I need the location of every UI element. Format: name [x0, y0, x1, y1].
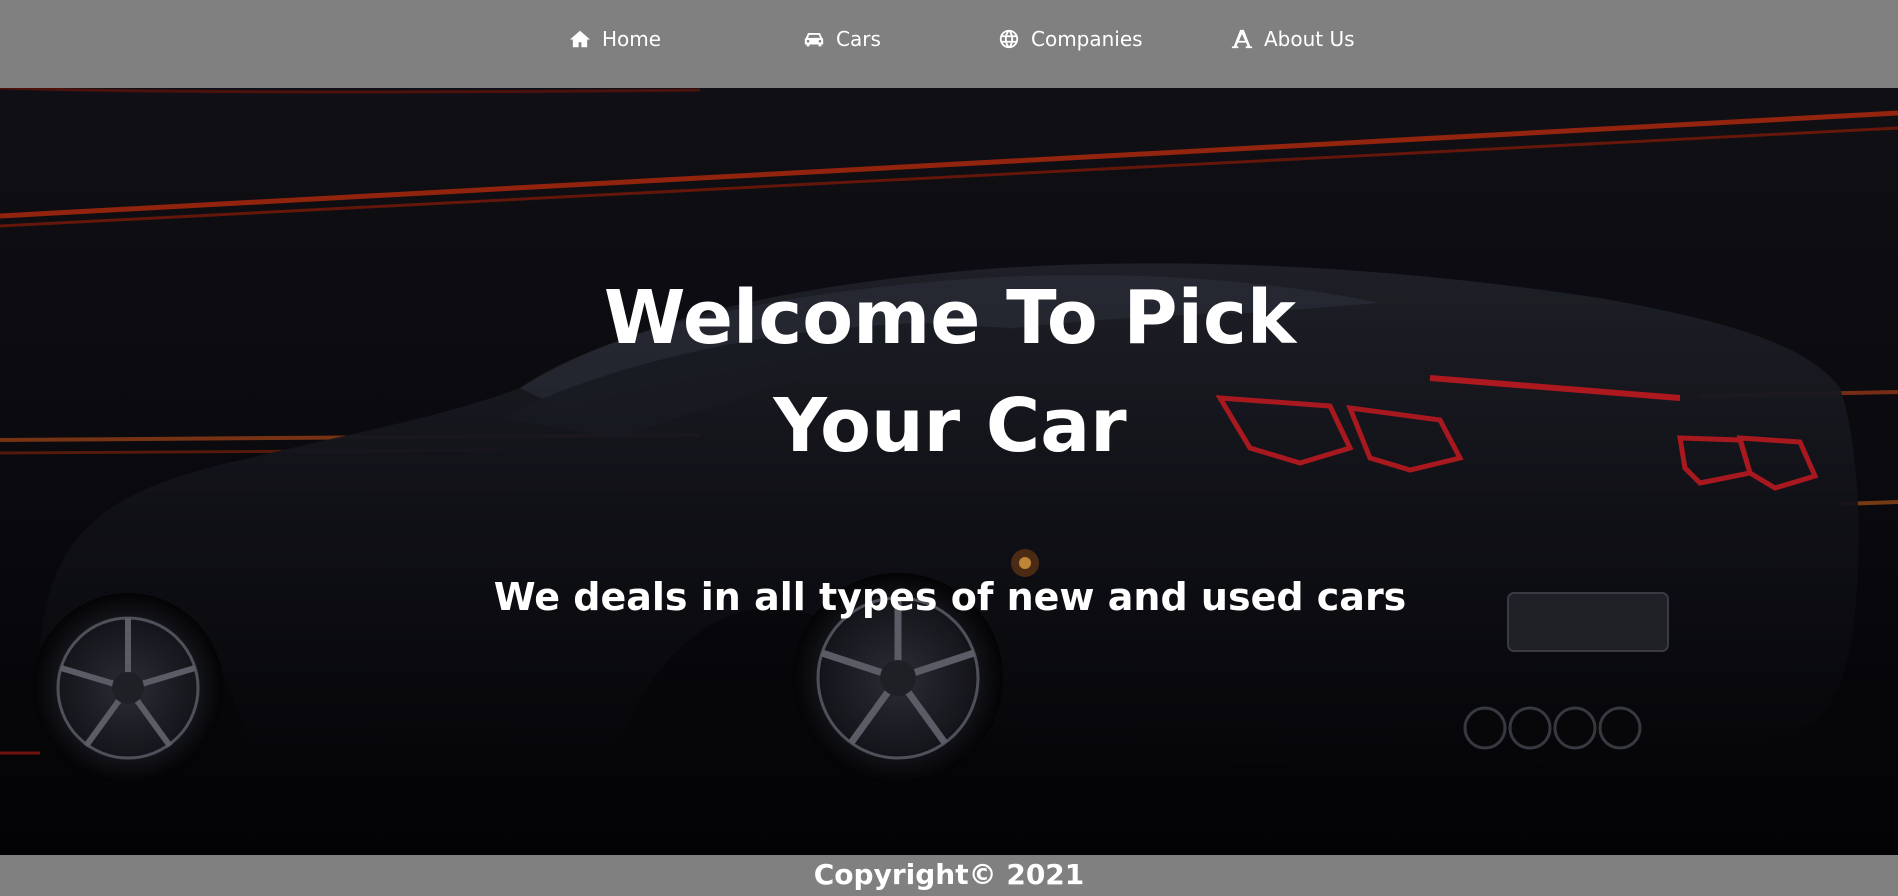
font-a-icon	[1230, 27, 1254, 51]
nav-item-label: Home	[602, 27, 662, 51]
copyright-text: Copyright© 2021	[813, 858, 1085, 891]
car-icon	[802, 27, 826, 51]
nav-item-home[interactable]: Home	[568, 26, 661, 52]
nav-item-label: About Us	[1264, 27, 1355, 51]
globe-icon	[997, 27, 1021, 51]
hero-section: Welcome To Pick Your Car We deals in all…	[0, 88, 1898, 855]
nav-item-cars[interactable]: Cars	[802, 26, 881, 52]
footer: Copyright© 2021	[0, 855, 1898, 896]
nav-item-about-us[interactable]: About Us	[1230, 26, 1355, 52]
nav-item-companies[interactable]: Companies	[997, 26, 1143, 52]
nav-item-label: Cars	[836, 27, 881, 51]
hero-subtitle: We deals in all types of new and used ca…	[493, 575, 1407, 619]
hero-title: Welcome To Pick Your Car	[603, 275, 1297, 469]
top-navbar: Home Cars Companies About Us	[0, 0, 1898, 88]
nav-item-label: Companies	[1031, 27, 1143, 51]
home-icon	[568, 27, 592, 51]
